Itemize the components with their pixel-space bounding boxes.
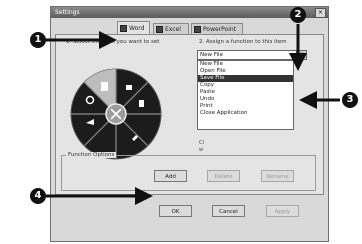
callout-arrows xyxy=(40,24,340,205)
callout-1: 1 xyxy=(30,32,46,48)
callout-4: 4 xyxy=(30,188,46,204)
callout-2: 2 xyxy=(290,7,306,23)
callout-3: 3 xyxy=(342,92,358,108)
